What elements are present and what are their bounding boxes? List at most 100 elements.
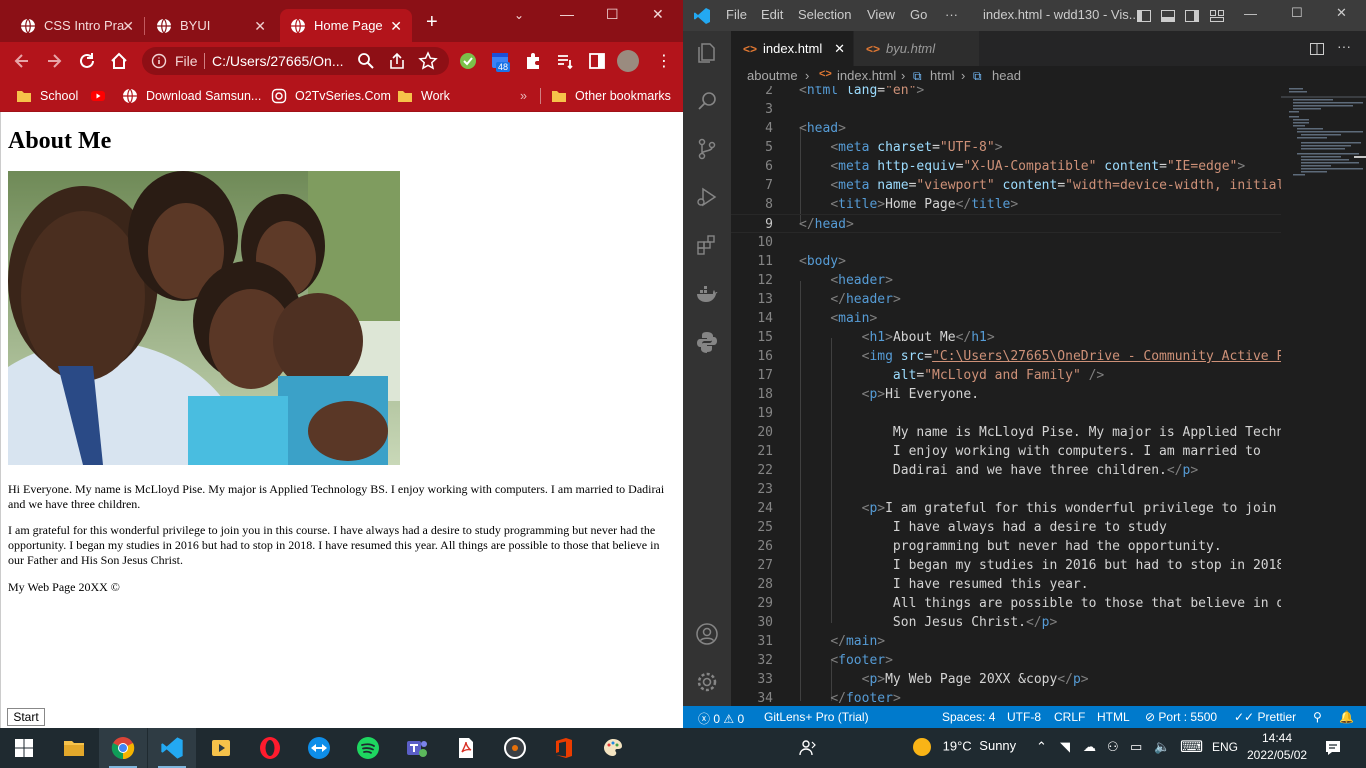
tab-byu-html[interactable]: <> byu.html xyxy=(854,31,979,66)
keyboard-icon[interactable]: ⌨ xyxy=(1180,737,1203,757)
code-line[interactable]: 29 All things are possible to those that… xyxy=(731,594,1281,613)
menu-go[interactable]: Go xyxy=(910,7,927,22)
reload-icon[interactable] xyxy=(77,51,97,71)
close-window-icon[interactable]: ✕ xyxy=(1336,5,1347,21)
code-line[interactable]: 25 I have always had a desire to study xyxy=(731,518,1281,537)
accounts-icon[interactable] xyxy=(695,622,719,646)
taskbar-teams[interactable] xyxy=(393,728,441,768)
menu-edit[interactable]: Edit xyxy=(761,7,783,22)
run-debug-icon[interactable] xyxy=(695,185,719,209)
layout-sidebar-icon[interactable] xyxy=(1136,8,1152,24)
volume-icon[interactable]: 🔈 xyxy=(1154,739,1170,755)
other-bookmarks[interactable]: Other bookmarks xyxy=(551,86,671,106)
kebab-menu-icon[interactable]: ⋮ xyxy=(656,51,672,71)
code-line[interactable]: 32 <footer> xyxy=(731,651,1281,670)
reading-list-icon[interactable] xyxy=(555,51,575,71)
customize-layout-icon[interactable] xyxy=(1209,8,1225,24)
code-editor[interactable]: 2 <html lang="en"> 3 4 <head> 5 <meta charset… xyxy=(731,86,1281,706)
url-text[interactable]: C:/Users/27665/On... xyxy=(212,53,344,69)
tab-search-icon[interactable]: ⌄ xyxy=(514,8,524,22)
input-language[interactable]: ENG xyxy=(1212,740,1238,754)
code-line[interactable]: 28 I have resumed this year. xyxy=(731,575,1281,594)
bookmarks-overflow[interactable]: » xyxy=(520,86,527,106)
taskbar-video-app[interactable] xyxy=(197,728,245,768)
settings-gear-icon[interactable] xyxy=(695,670,719,694)
bookmark-o2tvseries[interactable]: O2TvSeries.Com xyxy=(271,86,391,106)
extension-check-icon[interactable] xyxy=(458,51,478,71)
menu-selection[interactable]: Selection xyxy=(798,7,851,22)
docker-icon[interactable] xyxy=(695,282,719,306)
notifications-icon[interactable] xyxy=(1324,739,1342,757)
code-line[interactable]: 33 <p>My Web Page 20XX &copy</p> xyxy=(731,670,1281,689)
bookmark-youtube[interactable] xyxy=(90,86,114,106)
layout-panel-icon[interactable] xyxy=(1160,8,1176,24)
encoding-status[interactable]: UTF-8 xyxy=(1007,710,1041,724)
layout-secondary-icon[interactable] xyxy=(1184,8,1200,24)
start-button[interactable] xyxy=(0,728,48,768)
problems-indicator[interactable]: ⓧ 0 ⚠ 0 xyxy=(698,710,744,727)
info-icon[interactable] xyxy=(151,53,167,69)
profile-avatar[interactable] xyxy=(617,50,639,72)
live-server-status[interactable]: ⊘ Port : 5500 xyxy=(1145,710,1217,724)
start-button[interactable]: Start xyxy=(7,708,45,726)
eol-status[interactable]: CRLF xyxy=(1054,710,1085,724)
bookmark-star-icon[interactable] xyxy=(418,51,438,71)
minimize-icon[interactable]: — xyxy=(1244,6,1257,21)
gitlens-status[interactable]: GitLens+ Pro (Trial) xyxy=(764,710,869,724)
explorer-icon[interactable] xyxy=(695,41,719,65)
close-icon[interactable]: ✕ xyxy=(390,18,402,35)
tab-home-page[interactable]: Home Page ✕ xyxy=(280,9,412,42)
side-panel-icon[interactable] xyxy=(587,51,607,71)
code-line[interactable]: 22 Dadirai and we have three children.</… xyxy=(731,461,1281,480)
code-line[interactable]: 30 Son Jesus Christ.</p> xyxy=(731,613,1281,632)
code-line[interactable]: 2 <html lang="en"> xyxy=(731,86,1281,100)
taskbar-chrome[interactable] xyxy=(99,728,147,768)
code-line[interactable]: 13 </header> xyxy=(731,290,1281,309)
maximize-icon[interactable]: ☐ xyxy=(1291,5,1303,21)
breadcrumb-file[interactable]: index.html xyxy=(837,68,896,83)
code-line[interactable]: 4 <head> xyxy=(731,119,1281,138)
code-line[interactable]: 31 </main> xyxy=(731,632,1281,651)
code-line[interactable]: 9 </head> xyxy=(731,214,1281,233)
code-line[interactable]: 19 xyxy=(731,404,1281,423)
device-icon[interactable]: ⚇ xyxy=(1107,739,1119,755)
code-line[interactable]: 8 <title>Home Page</title> xyxy=(731,195,1281,214)
code-line[interactable]: 24 <p>I am grateful for this wonderful p… xyxy=(731,499,1281,518)
more-actions-icon[interactable]: ··· xyxy=(1337,38,1351,54)
maximize-icon[interactable]: ☐ xyxy=(606,6,619,23)
forward-icon[interactable] xyxy=(44,51,64,71)
taskbar-vscode[interactable] xyxy=(148,728,196,768)
code-line[interactable]: 26 programming but never had the opportu… xyxy=(731,537,1281,556)
code-line[interactable]: 11 <body> xyxy=(731,252,1281,271)
chevron-up-icon[interactable]: ⌃ xyxy=(1036,739,1047,755)
menu-file[interactable]: File xyxy=(726,7,747,22)
code-line[interactable]: 6 <meta http-equiv="X-UA-Compatible" con… xyxy=(731,157,1281,176)
breadcrumb-html[interactable]: html xyxy=(930,68,955,83)
menu-more[interactable]: ··· xyxy=(945,7,958,22)
weather-widget[interactable]: 19°C Sunny xyxy=(913,738,1016,756)
live-share-icon[interactable]: ⚲ xyxy=(1313,710,1322,724)
minimap[interactable] xyxy=(1281,86,1366,706)
python-icon[interactable] xyxy=(695,330,719,354)
code-line[interactable]: 3 xyxy=(731,100,1281,119)
share-icon[interactable] xyxy=(387,51,407,71)
taskbar-paint[interactable] xyxy=(589,728,637,768)
calendar-extension-icon[interactable]: 48 xyxy=(490,50,514,74)
taskbar-pdf-reader[interactable] xyxy=(442,728,490,768)
taskbar-teamviewer[interactable] xyxy=(295,728,343,768)
menu-view[interactable]: View xyxy=(867,7,895,22)
code-line[interactable]: 20 My name is McLloyd Pise. My major is … xyxy=(731,423,1281,442)
taskbar-opera[interactable] xyxy=(246,728,294,768)
network-icon[interactable]: ◥ xyxy=(1060,739,1070,755)
taskbar-media-app[interactable] xyxy=(491,728,539,768)
taskbar-file-explorer[interactable] xyxy=(50,728,98,768)
cloud-icon[interactable]: ☁ xyxy=(1083,739,1096,755)
bookmark-work[interactable]: Work xyxy=(397,86,450,106)
code-line[interactable]: 16 <img src="C:\Users\27665\OneDrive - C… xyxy=(731,347,1281,366)
code-line[interactable]: 10 xyxy=(731,233,1281,252)
taskbar-office[interactable] xyxy=(540,728,588,768)
battery-icon[interactable]: ▭ xyxy=(1130,739,1142,755)
code-line[interactable]: 21 I enjoy working with computers. I am … xyxy=(731,442,1281,461)
code-line[interactable]: 18 <p>Hi Everyone. xyxy=(731,385,1281,404)
breadcrumb-head[interactable]: head xyxy=(992,68,1021,83)
